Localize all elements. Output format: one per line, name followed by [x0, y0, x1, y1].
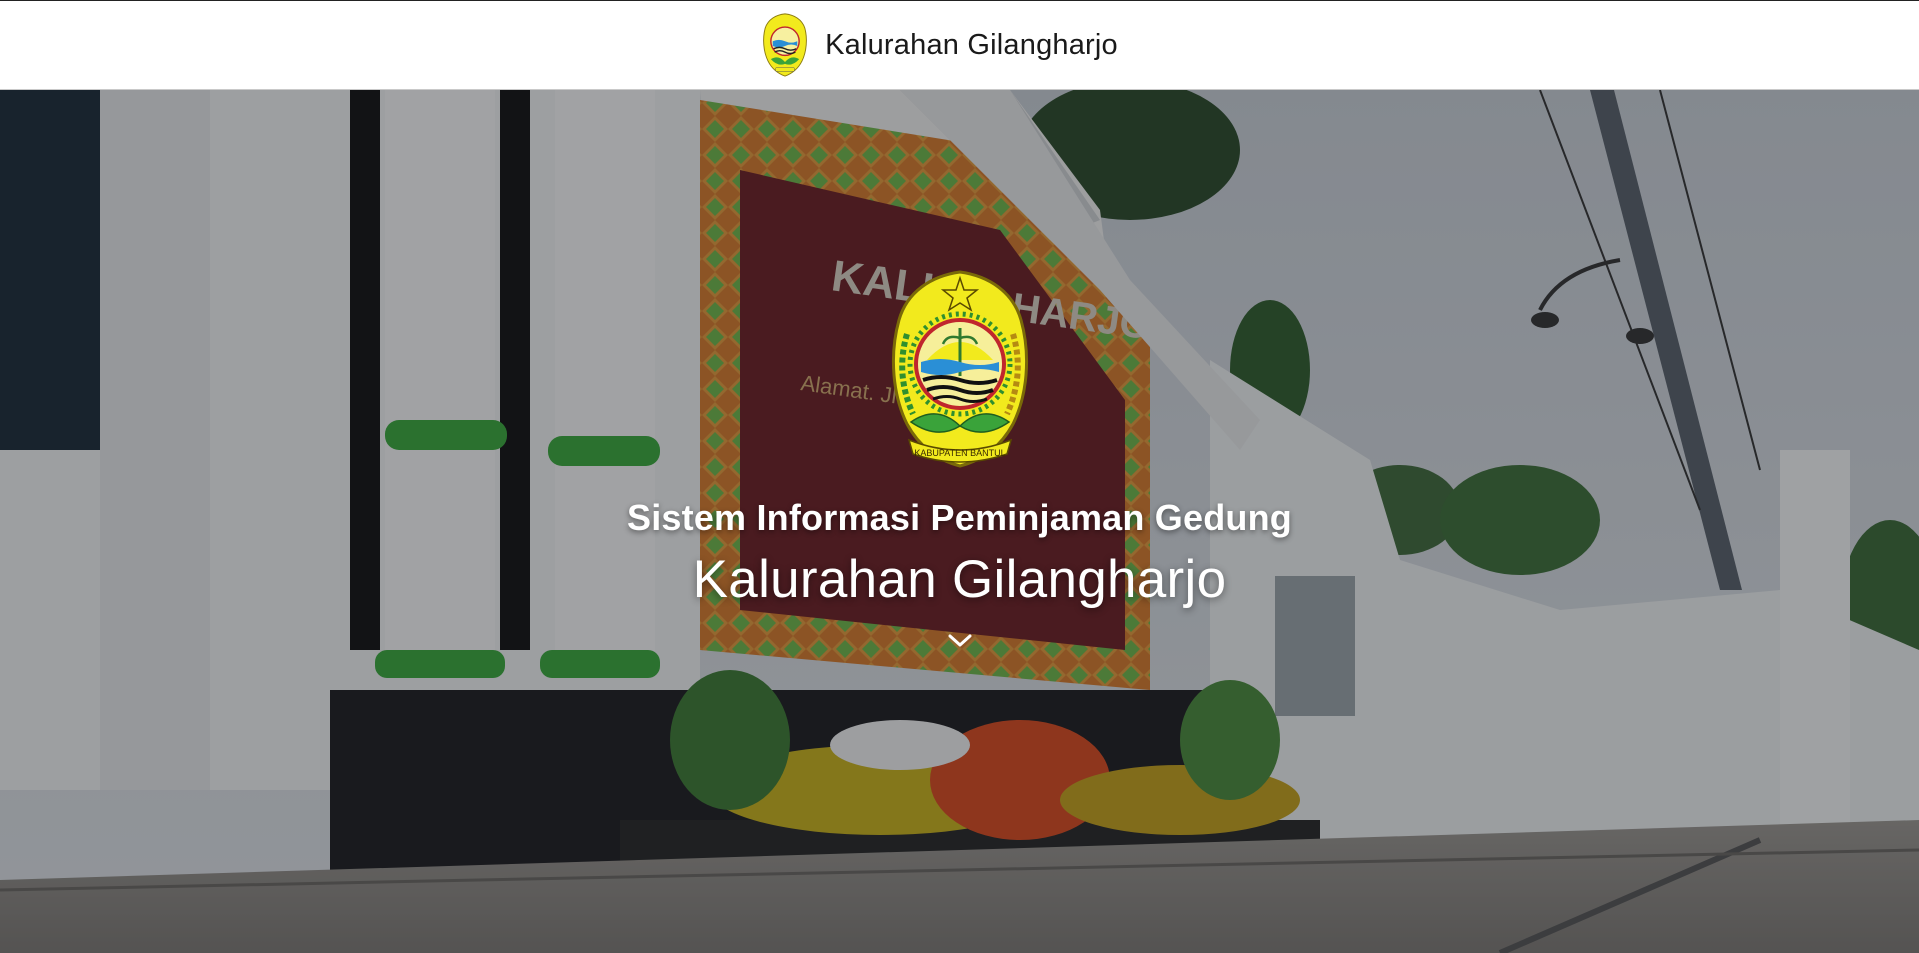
kabupaten-bantul-emblem-icon: KABUPATEN BANTUL — [887, 90, 1033, 470]
navbar-brand[interactable]: Kalurahan Gilangharjo — [761, 12, 1118, 78]
chevron-down-icon — [947, 633, 973, 652]
hero-title: Kalurahan Gilangharjo — [692, 550, 1227, 609]
scroll-down-button[interactable] — [940, 622, 980, 662]
hero-subtitle: Sistem Informasi Peminjaman Gedung — [627, 497, 1292, 538]
kabupaten-bantul-emblem-icon — [761, 12, 809, 78]
brand-text: Kalurahan Gilangharjo — [825, 28, 1118, 61]
navbar: Kalurahan Gilangharjo — [0, 0, 1919, 90]
svg-text:KABUPATEN BANTUL: KABUPATEN BANTUL — [914, 448, 1005, 458]
hero-content: KABUPATEN BANTUL Sistem Informasi Peminj… — [0, 90, 1919, 953]
hero-section: KALUR HARJO Alamat. Jl. KABUPATEN BANTUL… — [0, 90, 1919, 953]
